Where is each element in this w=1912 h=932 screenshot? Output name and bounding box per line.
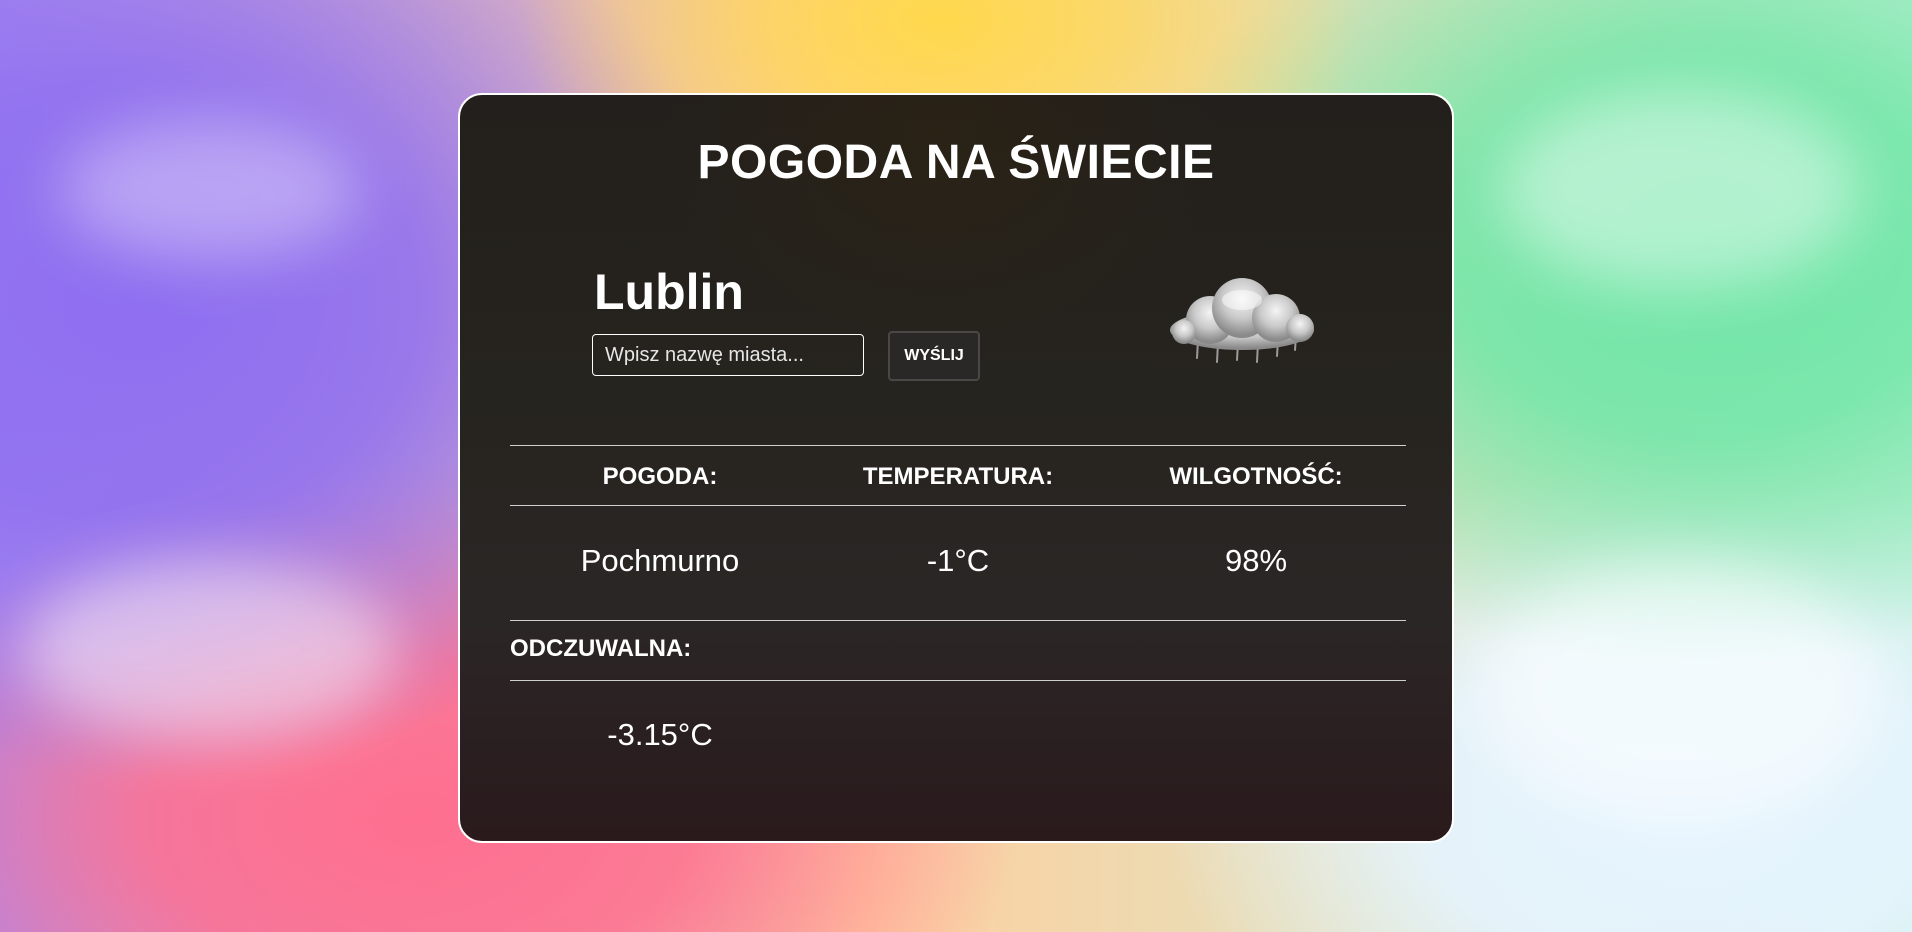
feels-like-value: -3.15°C	[607, 717, 713, 752]
weather-value: Pochmurno	[580, 543, 740, 578]
background-cloud	[60, 120, 360, 260]
weather-card: POGODA NA ŚWIECIE Lublin WYŚLIJ POGODA	[458, 93, 1454, 843]
temperature-value: -1°C	[926, 543, 990, 578]
cloud-rain-icon	[1170, 278, 1314, 363]
humidity-header: WILGOTNOŚĆ:	[1169, 463, 1343, 490]
city-name: Lublin	[594, 264, 744, 320]
background-cloud	[20, 560, 400, 740]
background-cloud	[1480, 560, 1880, 820]
divider	[510, 620, 1406, 621]
divider	[510, 680, 1406, 681]
background-cloud	[1500, 90, 1860, 290]
feels-like-header: ODCZUWALNA:	[510, 635, 692, 662]
page-title: POGODA NA ŚWIECIE	[697, 136, 1215, 189]
divider	[510, 445, 1406, 446]
weather-header: POGODA:	[602, 463, 718, 490]
city-search-input[interactable]	[592, 334, 864, 376]
temperature-header: TEMPERATURA:	[862, 463, 1054, 490]
divider	[510, 505, 1406, 506]
send-button[interactable]: WYŚLIJ	[888, 331, 980, 381]
humidity-value: 98%	[1224, 543, 1288, 578]
